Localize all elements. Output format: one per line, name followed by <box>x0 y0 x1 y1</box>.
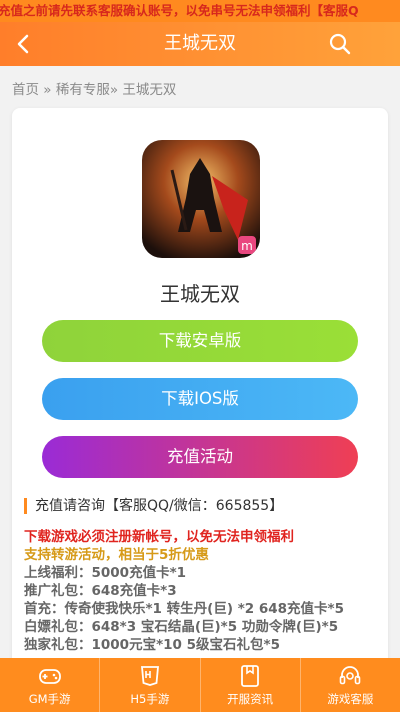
breadcrumb-separator: » <box>109 82 123 98</box>
news-icon <box>241 665 260 687</box>
game-name: 王城无双 <box>160 282 240 306</box>
download-ios-button[interactable]: 下载IOS版 <box>42 378 358 420</box>
info-line-promo: 推广礼包：648充值卡*3 <box>24 583 177 599</box>
breadcrumb-section[interactable]: 稀有专服 <box>56 82 110 98</box>
tab-server-news[interactable]: 开服资讯 <box>201 658 301 712</box>
breadcrumb-current: 王城无双 <box>122 82 177 98</box>
info-line-free-pack: 白嫖礼包：648*3 宝石结晶(巨)*5 功勋令牌(巨)*5 <box>24 619 339 635</box>
top-header: 王城无双 <box>0 22 400 66</box>
gamepad-icon <box>38 669 61 684</box>
tab-customer-service[interactable]: 游戏客服 <box>301 658 400 712</box>
download-android-button[interactable]: 下载安卓版 <box>42 320 358 362</box>
notice-marquee: 充值之前请先联系客服确认账号，以免串号无法申领福利【客服Q <box>0 0 400 22</box>
info-line-transfer: 支持转游活动，相当于5折优惠 <box>24 547 209 563</box>
recharge-activity-button[interactable]: 充值活动 <box>42 436 358 478</box>
breadcrumb: 首页 » 稀有专服» 王城无双 <box>12 78 176 98</box>
tab-label: H5手游 <box>130 692 170 706</box>
breadcrumb-home[interactable]: 首页 <box>12 82 39 98</box>
tab-h5-games[interactable]: H5手游 <box>100 658 201 712</box>
search-icon[interactable] <box>328 32 352 56</box>
game-icon: m <box>142 140 260 258</box>
info-line-first-charge: 首充：传奇使我快乐*1 转生丹(巨) *2 648充值卡*5 <box>24 601 344 617</box>
tab-label: 游戏客服 <box>327 692 374 706</box>
headset-icon <box>340 666 361 685</box>
svg-text:m: m <box>241 239 253 253</box>
notice-text: 充值之前请先联系客服确认账号，以免串号无法申领福利【客服Q <box>0 3 359 18</box>
info-line-launch: 上线福利：5000充值卡*1 <box>24 565 187 581</box>
welfare-info: 下载游戏必须注册新帐号，以免无法申领福利 支持转游活动，相当于5折优惠 上线福利… <box>24 528 380 654</box>
breadcrumb-separator: » <box>39 82 56 98</box>
tab-label: 开服资讯 <box>227 692 274 706</box>
tab-gm-games[interactable]: GM手游 <box>0 658 101 712</box>
info-line-exclusive: 独家礼包：1000元宝*10 5级宝石礼包*5 <box>24 637 280 653</box>
h5-icon <box>140 666 159 686</box>
bottom-tab-bar: GM手游 H5手游 开服资讯 游戏客服 <box>0 658 400 712</box>
tab-label: GM手游 <box>28 692 71 706</box>
consult-heading: 充值请咨询【客服QQ/微信：665855】 <box>24 498 283 514</box>
game-detail-card: m 王城无双 下载安卓版 下载IOS版 充值活动 充值请咨询【客服QQ/微信：6… <box>12 108 388 678</box>
info-line-register: 下载游戏必须注册新帐号，以免无法申领福利 <box>24 529 294 545</box>
